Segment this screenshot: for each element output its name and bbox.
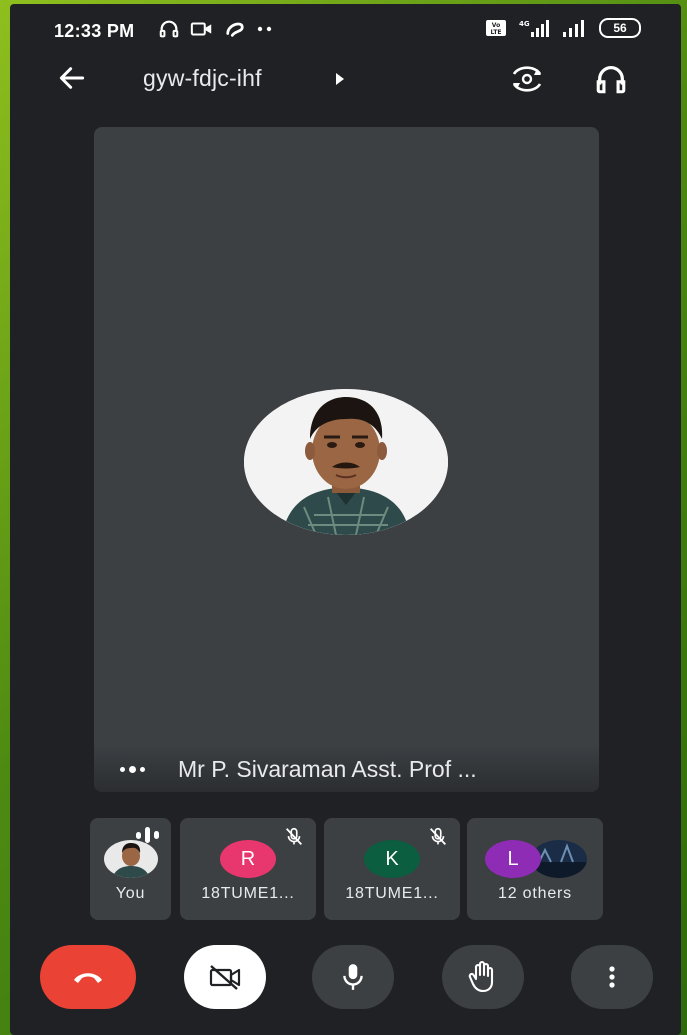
- headphones-icon: [596, 66, 626, 94]
- signal-4g-icon: 4G: [519, 20, 549, 37]
- meeting-info-arrow-icon[interactable]: [334, 72, 346, 86]
- call-controls: [10, 939, 681, 1019]
- volte-icon: VoLTE: [486, 20, 506, 36]
- avatar: K: [364, 840, 420, 878]
- speaking-indicator-icon: [120, 766, 145, 773]
- more-vert-icon: [609, 966, 615, 988]
- audio-output-button[interactable]: [593, 62, 629, 101]
- participant-label: 18TUME1...: [201, 885, 295, 902]
- arrow-left-icon: [59, 67, 85, 89]
- mic-icon: [343, 964, 363, 990]
- mic-toggle-button[interactable]: [312, 945, 394, 1009]
- speaker-name: Mr P. Sivaraman Asst. Prof ...: [178, 756, 477, 782]
- raise-hand-button[interactable]: [442, 945, 524, 1009]
- mic-off-icon: [429, 827, 447, 845]
- meeting-code[interactable]: gyw-fdjc-ihf: [143, 65, 262, 92]
- svg-text:Vo: Vo: [492, 22, 500, 29]
- participant-label: 12 others: [498, 885, 572, 902]
- svg-text:LTE: LTE: [490, 29, 501, 36]
- main-speaker-tile[interactable]: Mr P. Sivaraman Asst. Prof ...: [94, 127, 599, 792]
- more-options-button[interactable]: [571, 945, 653, 1009]
- participant-tile-you[interactable]: You: [90, 818, 171, 920]
- participant-label: 18TUME1...: [345, 885, 439, 902]
- more-dots-icon: [257, 26, 272, 32]
- participant-tile-k[interactable]: K 18TUME1...: [324, 818, 460, 920]
- status-time: 12:33 PM: [54, 21, 135, 41]
- avatar: R: [220, 840, 276, 878]
- speaker-avatar: [244, 389, 448, 535]
- status-left-icons: [158, 18, 274, 40]
- hand-icon: [468, 960, 494, 993]
- avatar: L: [485, 840, 541, 878]
- speaker-name-row: Mr P. Sivaraman Asst. Prof ...: [94, 744, 599, 792]
- status-right-icons: Vo LTE 4G 56: [485, 18, 641, 38]
- switch-camera-icon: [512, 66, 542, 92]
- phone-hangup-icon: [74, 973, 102, 983]
- camera-toggle-button[interactable]: [184, 945, 266, 1009]
- signal-icon: [563, 20, 584, 37]
- participant-tile-r[interactable]: R 18TUME1...: [180, 818, 316, 920]
- end-call-button[interactable]: [40, 945, 136, 1009]
- headphones-icon: [159, 20, 179, 38]
- switch-camera-button[interactable]: [508, 62, 546, 101]
- speaking-bars-icon: [136, 827, 159, 843]
- participant-tile-others[interactable]: L 12 others: [467, 818, 603, 920]
- video-icon: [190, 22, 212, 36]
- status-bar: 12:33 PM Vo LTE 4G 56: [10, 4, 681, 60]
- participant-strip: You R 18TUME1... K 18TUME1... L 12 other…: [90, 818, 610, 920]
- meet-call-screen: 12:33 PM Vo LTE 4G 56 gyw-fdjc-ihf Mr P.…: [10, 4, 681, 1035]
- back-button[interactable]: [56, 62, 96, 96]
- svg-text:4G: 4G: [519, 20, 530, 28]
- meeting-header: gyw-fdjc-ihf: [10, 54, 681, 104]
- speaker-photo: [244, 389, 448, 535]
- avatar: [104, 840, 158, 878]
- camera-off-icon: [209, 965, 241, 990]
- mic-off-icon: [285, 827, 303, 845]
- participant-label: You: [115, 885, 146, 902]
- battery-indicator: 56: [599, 18, 641, 38]
- airtel-icon: [226, 22, 244, 37]
